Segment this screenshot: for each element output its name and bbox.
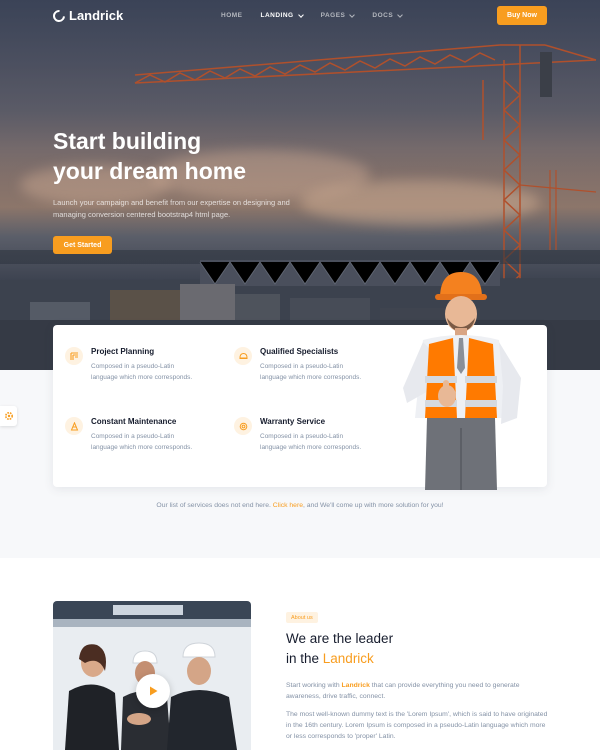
about-title-prefix: in the (286, 651, 323, 666)
about-title-line2: in the Landrick (286, 649, 393, 669)
get-started-button[interactable]: Get Started (53, 236, 112, 254)
logo-mark-icon (50, 7, 68, 24)
feature-title: Project Planning (91, 347, 155, 356)
hero-title-line2: your dream home (53, 158, 246, 184)
construction-worker-image (403, 272, 521, 490)
about-title: We are the leader in the Landrick (286, 629, 393, 669)
hero-title: Start building your dream home (53, 126, 313, 186)
hero-title-line1: Start building (53, 128, 202, 154)
nav-item-docs[interactable]: DOCS (372, 11, 404, 19)
nav-item-landing[interactable]: LANDING (260, 11, 304, 19)
feature-desc: Composed in a pseudo-Latin language whic… (260, 363, 362, 381)
feature-desc: Composed in a pseudo-Latin language whic… (91, 363, 193, 381)
about-p1-brand: Landrick (341, 682, 370, 689)
about-p1-start: Start working with (286, 682, 342, 689)
chevron-down-icon (297, 11, 304, 18)
settings-toggle[interactable] (0, 406, 17, 426)
services-note-text-end: , and We'll come up with more solution f… (303, 502, 444, 509)
nav-item-docs-label: DOCS (372, 12, 394, 19)
nav-item-home-label: HOME (221, 12, 243, 19)
nav-item-landing-label: LANDING (260, 12, 294, 19)
about-paragraph-1: Start working with Landrick that can pro… (286, 680, 548, 702)
services-note: Our list of services does not end here. … (0, 502, 600, 509)
feature-title: Qualified Specialists (260, 347, 339, 356)
chevron-down-icon (397, 11, 404, 18)
nav-item-pages-label: PAGES (320, 12, 346, 19)
feature-title: Warranty Service (260, 417, 326, 426)
play-video-button[interactable] (136, 674, 170, 708)
play-icon (150, 686, 158, 696)
about-paragraph-2: The most well-known dummy text is the 'L… (286, 711, 548, 740)
top-nav: Landrick HOME LANDING PAGES DOCS Buy Now (0, 0, 600, 34)
feature-desc: Composed in a pseudo-Latin language whic… (91, 433, 193, 451)
planning-icon (65, 347, 83, 365)
nav-menu: HOME LANDING PAGES DOCS (221, 11, 404, 19)
logo-text: Landrick (69, 8, 124, 23)
nav-item-home[interactable]: HOME (221, 12, 243, 19)
feature-desc: Composed in a pseudo-Latin language whic… (260, 433, 362, 451)
services-note-text: Our list of services does not end here. (156, 502, 273, 509)
cone-icon (65, 417, 83, 435)
helmet-icon (234, 347, 252, 365)
nav-item-pages[interactable]: PAGES (320, 11, 356, 19)
feature-title: Constant Maintenance (91, 417, 177, 426)
about-title-line1: We are the leader (286, 631, 394, 646)
chevron-down-icon (349, 11, 356, 18)
about-title-accent: Landrick (322, 651, 374, 666)
shield-icon (234, 417, 252, 435)
about-badge: About us (286, 612, 318, 623)
gear-icon (4, 411, 13, 421)
click-here-link[interactable]: Click here (273, 502, 303, 509)
hero-subtitle: Launch your campaign and benefit from ou… (53, 198, 290, 219)
logo[interactable]: Landrick (50, 7, 124, 24)
buy-now-button[interactable]: Buy Now (497, 6, 547, 25)
